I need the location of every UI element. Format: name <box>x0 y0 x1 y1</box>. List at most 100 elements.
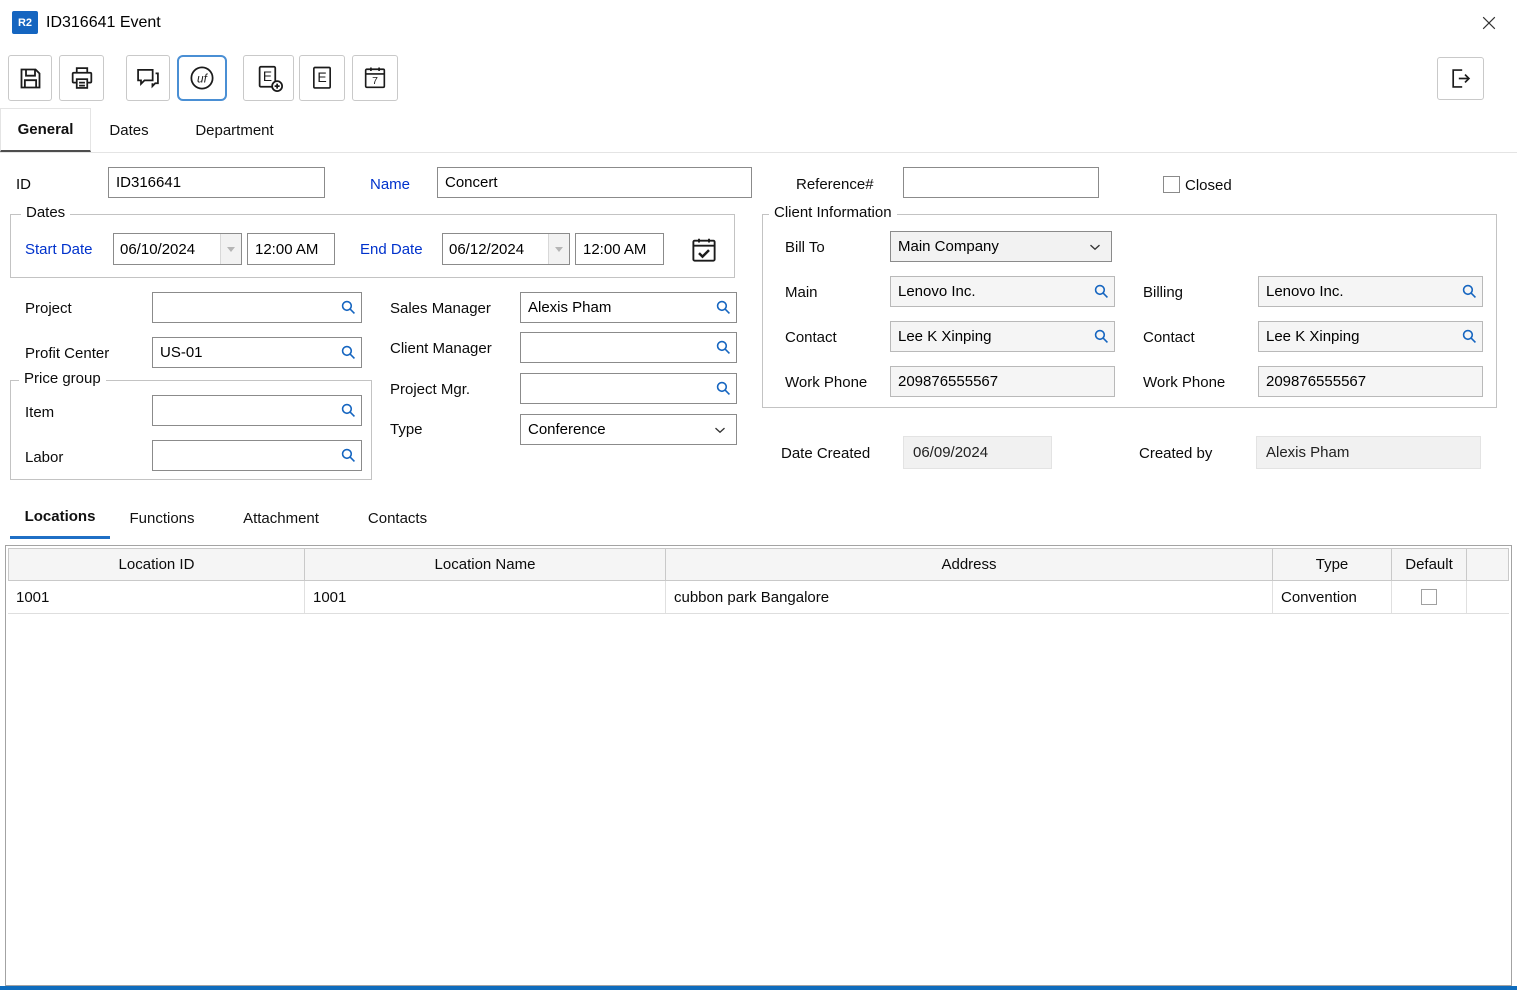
project-mgr-search-button[interactable] <box>712 378 734 400</box>
main-client-label: Main <box>785 284 818 301</box>
save-button[interactable] <box>8 55 52 101</box>
cell-location-id: 1001 <box>8 581 305 613</box>
main-client-input[interactable] <box>890 276 1115 307</box>
print-button[interactable] <box>59 55 104 101</box>
item-label: Item <box>25 404 54 421</box>
start-date-field <box>113 233 242 265</box>
sales-manager-input[interactable] <box>520 292 737 323</box>
start-date-input[interactable] <box>114 234 220 264</box>
billing-work-phone-input[interactable] <box>1258 366 1483 397</box>
end-time-input[interactable] <box>575 233 664 265</box>
start-date-dropdown-icon[interactable] <box>220 234 241 264</box>
billing-contact-input[interactable] <box>1258 321 1483 352</box>
bill-to-label: Bill To <box>785 239 825 256</box>
main-work-phone-label: Work Phone <box>785 374 867 391</box>
name-input[interactable] <box>437 167 752 198</box>
tab-functions[interactable]: Functions <box>112 497 212 539</box>
created-by-value: Alexis Pham <box>1256 436 1481 469</box>
calendar-check-icon <box>689 235 719 265</box>
date-created-value: 06/09/2024 <box>903 436 1052 469</box>
labor-search-button[interactable] <box>337 445 359 467</box>
billing-client-input[interactable] <box>1258 276 1483 307</box>
svg-text:E: E <box>262 69 271 84</box>
end-date-input[interactable] <box>443 234 548 264</box>
end-date-dropdown-icon[interactable] <box>548 234 569 264</box>
main-contact-search-button[interactable] <box>1090 326 1112 348</box>
end-date-field <box>442 233 570 265</box>
cell-filler <box>1467 581 1509 613</box>
sales-manager-search-button[interactable] <box>712 297 734 319</box>
svg-text:E: E <box>317 69 326 85</box>
close-icon <box>1479 13 1499 33</box>
item-search-button[interactable] <box>337 400 359 422</box>
start-time-input[interactable] <box>247 233 335 265</box>
chevron-down-icon <box>1086 238 1104 256</box>
comment-icon <box>134 64 162 92</box>
comment-button[interactable] <box>126 55 170 101</box>
type-select[interactable]: Conference <box>520 414 737 445</box>
column-header-location-name[interactable]: Location Name <box>305 549 666 580</box>
close-button[interactable] <box>1477 11 1501 35</box>
profit-center-field <box>152 337 362 368</box>
tab-general[interactable]: General <box>0 108 91 152</box>
bill-to-select[interactable]: Main Company <box>890 231 1112 262</box>
tab-contacts[interactable]: Contacts <box>350 497 445 539</box>
locations-grid-header: Location ID Location Name Address Type D… <box>8 548 1509 581</box>
main-contact-input[interactable] <box>890 321 1115 352</box>
default-checkbox[interactable] <box>1421 589 1437 605</box>
search-icon <box>1092 327 1111 346</box>
tab-attachment[interactable]: Attachment <box>214 497 348 539</box>
window-title: ID316641 Event <box>46 14 161 32</box>
bill-to-value: Main Company <box>898 238 1086 255</box>
reference-input[interactable] <box>903 167 1099 198</box>
table-row[interactable]: 1001 1001 cubbon park Bangalore Conventi… <box>8 581 1509 614</box>
start-date-label: Start Date <box>25 241 93 258</box>
project-search-button[interactable] <box>337 297 359 319</box>
column-header-address[interactable]: Address <box>666 549 1273 580</box>
client-information-legend: Client Information <box>769 204 897 221</box>
column-header-default[interactable]: Default <box>1392 549 1467 580</box>
event-button[interactable]: E <box>299 55 345 101</box>
main-tabstrip: General Dates Department <box>0 108 1517 153</box>
event-icon: E <box>308 64 336 92</box>
billing-client-search-button[interactable] <box>1458 281 1480 303</box>
client-manager-search-button[interactable] <box>712 337 734 359</box>
tab-dates[interactable]: Dates <box>91 108 167 152</box>
closed-checkbox[interactable] <box>1163 176 1180 193</box>
calendar-button[interactable]: 7 <box>352 55 398 101</box>
profit-center-input[interactable] <box>152 337 362 368</box>
sales-manager-field <box>520 292 737 323</box>
labor-field <box>152 440 362 471</box>
exit-button[interactable] <box>1437 57 1484 100</box>
event-add-button[interactable]: E <box>243 55 294 101</box>
profit-center-search-button[interactable] <box>337 342 359 364</box>
id-input[interactable] <box>108 167 325 198</box>
billing-contact-search-button[interactable] <box>1458 326 1480 348</box>
user-function-button[interactable]: uf <box>177 55 227 101</box>
closed-label: Closed <box>1185 177 1232 194</box>
column-header-location-id[interactable]: Location ID <box>8 549 305 580</box>
type-label: Type <box>390 421 423 438</box>
main-client-search-button[interactable] <box>1090 281 1112 303</box>
svg-text:7: 7 <box>372 75 378 87</box>
project-input[interactable] <box>152 292 362 323</box>
tab-department[interactable]: Department <box>167 108 302 152</box>
labor-input[interactable] <box>152 440 362 471</box>
main-work-phone-input[interactable] <box>890 366 1115 397</box>
column-header-filler <box>1467 549 1509 580</box>
dates-group-legend: Dates <box>21 204 70 221</box>
cell-address: cubbon park Bangalore <box>666 581 1273 613</box>
cell-location-name: 1001 <box>305 581 666 613</box>
main-contact-field <box>890 321 1115 352</box>
client-manager-input[interactable] <box>520 332 737 363</box>
search-icon <box>1460 282 1479 301</box>
titlebar: R2 ID316641 Event <box>0 0 1517 46</box>
calendar-check-button[interactable] <box>685 232 723 268</box>
column-header-type[interactable]: Type <box>1273 549 1392 580</box>
client-manager-field <box>520 332 737 363</box>
project-mgr-input[interactable] <box>520 373 737 404</box>
client-manager-label: Client Manager <box>390 340 492 357</box>
tab-locations[interactable]: Locations <box>10 497 110 539</box>
search-icon <box>339 343 358 362</box>
item-input[interactable] <box>152 395 362 426</box>
